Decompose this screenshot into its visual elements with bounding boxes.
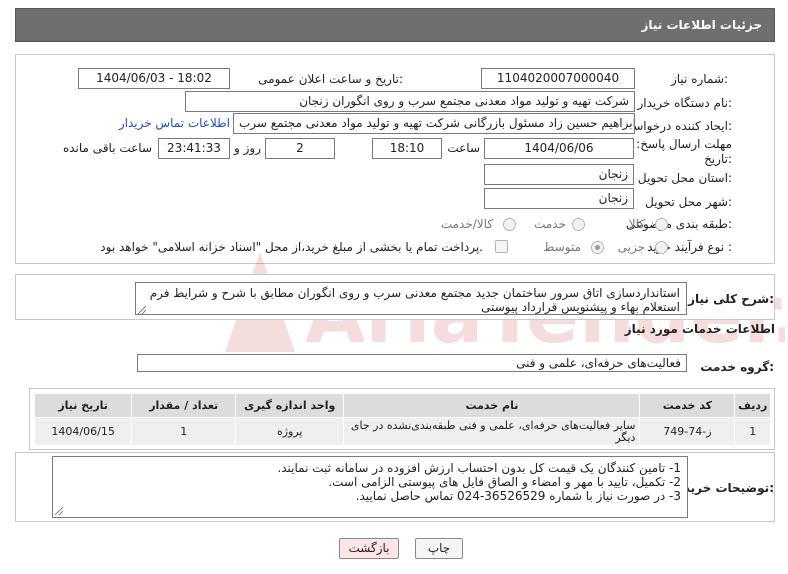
buyer-note-line-1: 1- تامین کنندگان یک قیمت کل بدون احتساب … [277, 461, 681, 475]
buyer-note-line-3: 3- در صورت نیاز با شماره 36526529-024 تم… [355, 489, 681, 503]
services-section-title: اطلاعات خدمات مورد نیاز [624, 322, 775, 336]
process-medium-label: متوسط [543, 240, 581, 254]
category-goods-service-radio[interactable] [503, 218, 516, 231]
deadline-label-line2: تاریخ: [704, 152, 732, 166]
col-quantity: تعداد / مقدار [131, 393, 237, 418]
col-row-number: ردیف [734, 393, 771, 418]
buyer-org-field: شرکت تهیه و تولید مواد معدنی مجتمع سرب و… [185, 91, 635, 112]
cell-need-date: 1404/06/15 [33, 417, 133, 446]
cell-unit: پروژه [235, 417, 345, 446]
deadline-label: مهلت ارسال پاسخ: تا تاریخ: [625, 137, 732, 167]
process-minor-label: جزیی [617, 240, 645, 254]
cell-service-name: سایر فعالیت‌های حرفه‌ای، علمی و فنی طبقه… [343, 417, 641, 446]
process-medium-radio[interactable] [591, 241, 604, 254]
col-service-code: کد خدمت [639, 393, 736, 418]
buyer-org-label: نام دستگاه خریدار: [637, 96, 733, 110]
buyer-note-line-2: 2- تکمیل، تایید با مهر و امضاء و الصاق ف… [328, 475, 681, 489]
remaining-time-field: 23:41:33 [158, 138, 230, 159]
time-label: ساعت [447, 141, 480, 155]
announce-field: 1404/06/03 - 18:02 [78, 68, 230, 89]
buyer-notes-text: 1- تامین کنندگان یک قیمت کل بدون احتساب … [52, 456, 688, 518]
treasury-payment-checkbox[interactable] [495, 240, 508, 253]
deadline-date-field: 1404/06/06 [484, 138, 634, 159]
creator-label: ایجاد کننده درخواست: [621, 119, 732, 133]
notes-resize-grip-icon[interactable] [55, 507, 63, 515]
contact-buyer-link[interactable]: اطلاعات تماس خریدار [119, 116, 230, 130]
treasury-payment-note: پرداخت تمام یا بخشی از مبلغ خرید،از محل … [100, 240, 483, 254]
back-button[interactable]: بازگشت [339, 538, 399, 559]
page-title: جزئیات اطلاعات نیاز [15, 8, 775, 42]
table-row: 1 ز-74-749 سایر فعالیت‌های حرفه‌ای، علمی… [33, 417, 771, 446]
days-label: روز و [234, 141, 261, 155]
need-number-field: 1104020007000040 [481, 68, 635, 89]
category-service-radio[interactable] [572, 218, 585, 231]
need-number-label: شماره نیاز: [670, 72, 728, 86]
category-service-label: خدمت [534, 217, 566, 231]
description-label: شرح کلی نیاز: [688, 292, 774, 306]
service-group-label: گروه خدمت: [700, 360, 774, 374]
category-goods-label: کالا [628, 217, 645, 231]
print-button[interactable]: چاپ [415, 538, 463, 559]
category-goods-service-label: کالا/خدمت [440, 217, 493, 231]
deadline-time-field: 18:10 [372, 138, 442, 159]
announce-label: تاریخ و ساعت اعلان عمومی: [258, 72, 403, 86]
remaining-label: ساعت باقی مانده [62, 141, 152, 155]
col-need-date: تاریخ نیاز [33, 393, 133, 418]
services-table: ردیف کد خدمت نام خدمت واحد اندازه گیری ت… [33, 393, 771, 446]
cell-service-code: ز-74-749 [639, 417, 736, 446]
cell-quantity: 1 [131, 417, 237, 446]
city-label: شهر محل تحویل: [645, 195, 732, 209]
service-group-field: فعالیت‌های حرفه‌ای، علمی و فنی [137, 354, 687, 372]
col-service-name: نام خدمت [343, 393, 641, 418]
province-label: استان محل تحویل: [637, 171, 732, 185]
resize-grip-icon[interactable] [138, 306, 146, 314]
deadline-label-line1: مهلت ارسال پاسخ: تا [625, 137, 732, 151]
services-table-header: ردیف کد خدمت نام خدمت واحد اندازه گیری ت… [33, 393, 771, 418]
description-text: استانداردسازی اتاق سرور ساختمان جدید مجت… [135, 282, 687, 315]
col-unit: واحد اندازه گیری [235, 393, 345, 418]
category-goods-radio[interactable] [655, 218, 668, 231]
province-field: زنجان [484, 164, 634, 185]
creator-field: ابراهیم حسین زاد مسئول بازرگانی شرکت تهی… [233, 113, 635, 134]
city-field: زنجان [484, 188, 634, 209]
cell-row-number: 1 [734, 417, 771, 446]
days-field: 2 [265, 138, 335, 159]
process-minor-radio[interactable] [655, 241, 668, 254]
